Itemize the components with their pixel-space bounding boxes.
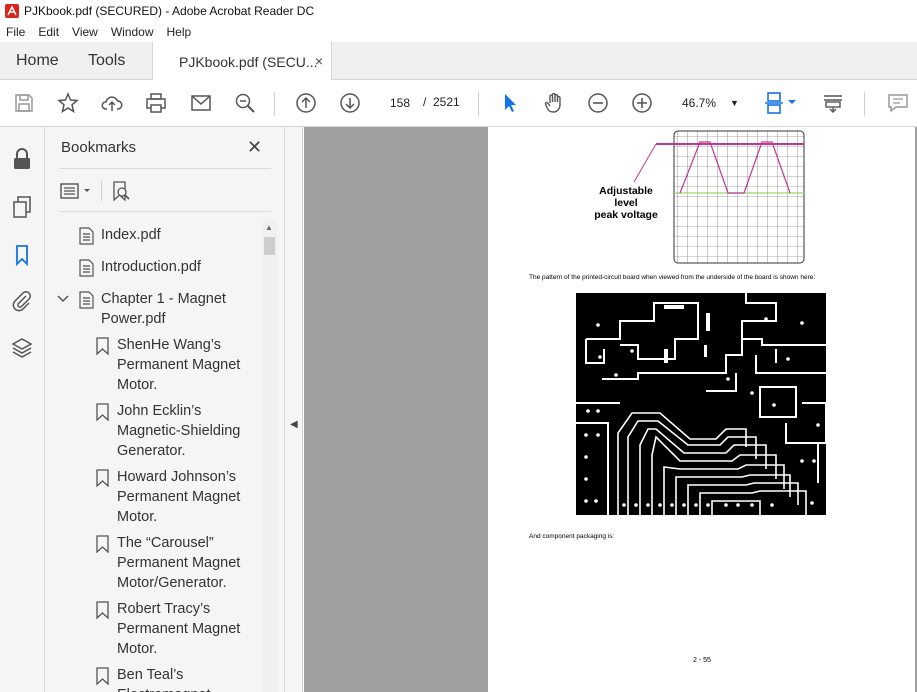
tab-home[interactable]: Home	[16, 42, 59, 80]
acrobat-app-icon	[5, 4, 19, 18]
collapse-panel-handle[interactable]: ◀	[285, 127, 303, 692]
search-zoom-icon[interactable]	[232, 90, 258, 116]
page-up-icon[interactable]	[293, 90, 319, 116]
page-thumbnails-icon[interactable]	[10, 195, 34, 219]
divider	[59, 211, 271, 212]
divider	[101, 181, 102, 201]
print-icon[interactable]	[143, 90, 169, 116]
window-title: PJKbook.pdf (SECURED) - Adobe Acrobat Re…	[24, 4, 315, 18]
menu-file[interactable]: File	[6, 25, 25, 39]
bookmark-icon	[96, 337, 109, 355]
menu-view[interactable]: View	[72, 25, 98, 39]
page-number-label: 2 - 55	[693, 657, 711, 664]
bookmarks-panel: Bookmarks ✕ Index.pdf Introduction.pdf C…	[45, 127, 285, 692]
pointer-line	[633, 143, 657, 183]
bookmark-list: Index.pdf Introduction.pdf Chapter 1 - M…	[45, 221, 262, 692]
upload-cloud-icon[interactable]	[99, 90, 125, 116]
bookmark-icon	[96, 535, 109, 553]
bookmark-options-icon[interactable]	[59, 181, 93, 201]
scroll-up-arrow-icon[interactable]: ▲	[265, 223, 273, 232]
chevron-down-icon[interactable]	[57, 294, 69, 304]
lock-icon[interactable]	[10, 147, 34, 171]
toolbar-separator	[478, 92, 479, 116]
bookmark-icon	[96, 667, 109, 685]
layers-icon[interactable]	[10, 336, 34, 360]
email-icon[interactable]	[188, 90, 214, 116]
comment-icon[interactable]	[885, 90, 911, 116]
menu-bar: File Edit View Window Help	[0, 22, 917, 42]
chevron-left-icon: ◀	[290, 419, 298, 430]
star-icon[interactable]	[55, 90, 81, 116]
zoom-level-value: 46.7%	[682, 96, 717, 110]
tab-close-button[interactable]: ×	[315, 53, 323, 69]
close-icon[interactable]: ✕	[247, 137, 262, 158]
document-viewport[interactable]: Adjustable level peak voltage The patter…	[304, 127, 917, 692]
bookmarks-title: Bookmarks	[61, 139, 137, 156]
tab-document-label: PJKbook.pdf (SECU...	[179, 53, 318, 70]
scrolling-mode-icon[interactable]	[820, 90, 846, 116]
bookmark-icon[interactable]	[10, 243, 34, 267]
navigation-pane-rail	[0, 127, 45, 692]
bookmark-document-icon	[79, 291, 94, 309]
menu-edit[interactable]: Edit	[38, 25, 59, 39]
bookmark-label: Index.pdf	[101, 227, 161, 243]
chevron-down-icon: ▼	[730, 98, 739, 108]
select-cursor-icon[interactable]	[497, 90, 523, 116]
hand-tool-icon[interactable]	[541, 90, 567, 116]
bookmark-label: Robert Tracy’s Permanent Magnet Motor.	[117, 601, 241, 657]
page-total: 2521	[433, 95, 460, 109]
bookmark-document-icon	[79, 227, 94, 245]
bookmark-label: Howard Johnson’s Permanent Magnet Motor.	[117, 469, 241, 525]
bookmark-label: John Ecklin’s Magnetic-Shielding Generat…	[117, 403, 241, 459]
tab-document[interactable]: PJKbook.pdf (SECU... ×	[152, 42, 332, 81]
bookmark-icon	[96, 403, 109, 421]
zoom-level-dropdown[interactable]: 46.7% ▼	[676, 91, 746, 115]
menu-help[interactable]: Help	[167, 25, 192, 39]
zoom-out-icon[interactable]	[585, 90, 611, 116]
page-number-input[interactable]: 158	[382, 91, 418, 115]
bookmark-icon	[96, 469, 109, 487]
figure-label: Adjustable level peak voltage	[594, 185, 658, 221]
page-display-icon[interactable]	[763, 90, 801, 116]
bookmarks-toolbar	[59, 179, 132, 203]
toolbar-separator	[274, 92, 275, 116]
toolbar-separator	[864, 92, 865, 116]
bookmark-label: Introduction.pdf	[101, 259, 201, 275]
save-icon[interactable]	[11, 90, 37, 116]
tab-tools[interactable]: Tools	[88, 42, 125, 80]
bookmark-document-icon	[79, 259, 94, 277]
zoom-in-icon[interactable]	[629, 90, 655, 116]
page-separator: /	[423, 95, 427, 109]
bookmark-label: ShenHe Wang’s Permanent Magnet Motor.	[117, 337, 241, 393]
tab-bar: Home Tools PJKbook.pdf (SECU... ×	[0, 42, 917, 81]
pcb-pattern-image	[576, 293, 826, 515]
bookmark-label: Chapter 1 - Magnet Power.pdf	[101, 291, 226, 327]
bookmark-label: Ben Teal’s Electromagnet	[117, 667, 211, 692]
scrollbar-thumb[interactable]	[264, 237, 275, 255]
caption-packaging: And component packaging is:	[529, 533, 615, 540]
pdf-page: Adjustable level peak voltage The patter…	[488, 127, 915, 692]
attachment-icon[interactable]	[10, 289, 34, 313]
bookmarks-scrollbar[interactable]: ▲	[262, 221, 277, 692]
toolbar: 158 / 2521 46.7% ▼	[0, 80, 917, 127]
title-bar: PJKbook.pdf (SECURED) - Adobe Acrobat Re…	[0, 0, 917, 22]
divider	[59, 168, 271, 169]
new-bookmark-search-icon[interactable]	[110, 180, 132, 202]
caption-pcb: The pattern of the printed-circuit board…	[529, 274, 816, 281]
bookmark-label: The “Carousel” Permanent Magnet Motor/Ge…	[117, 535, 241, 591]
page-down-icon[interactable]	[337, 90, 363, 116]
bookmark-icon	[96, 601, 109, 619]
menu-window[interactable]: Window	[111, 25, 154, 39]
